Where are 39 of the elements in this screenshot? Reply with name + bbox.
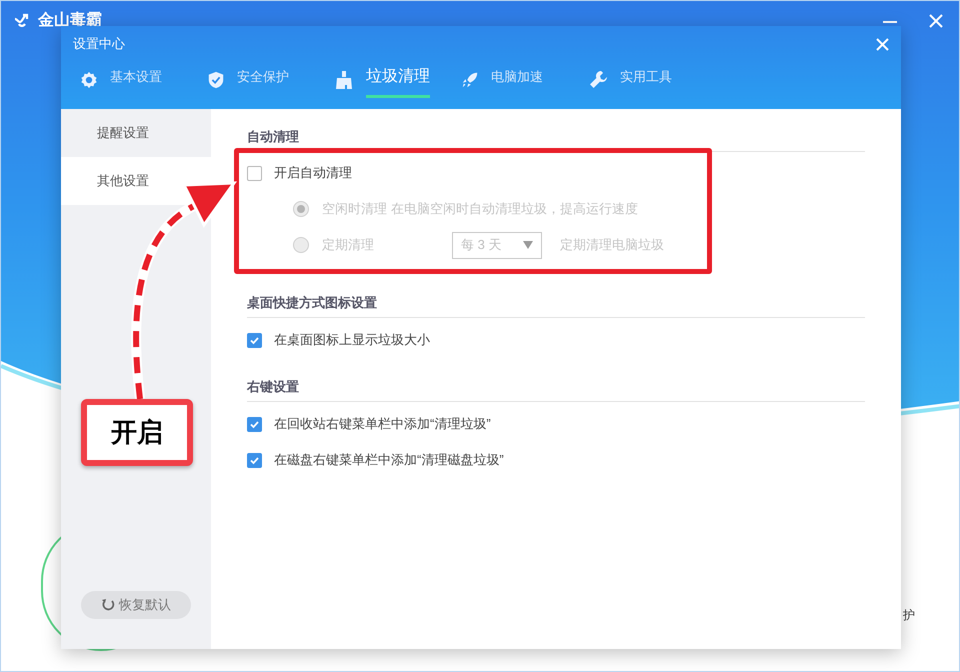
rocket-icon [461,71,479,89]
section-title: 自动清理 [247,128,300,145]
checkbox-label: 在磁盘右键菜单栏中添加“清理磁盘垃圾” [274,451,504,470]
restore-defaults-button[interactable]: 恢复默认 [81,591,191,619]
checkbox[interactable] [247,332,262,348]
option-description: 在电脑空闲时自动清理垃圾，提高运行速度 [391,200,638,218]
shield-icon [207,71,225,89]
app-logo-icon [13,12,31,30]
wrench-icon [588,70,608,90]
close-icon[interactable] [876,38,889,50]
settings-tab[interactable]: 基本设置 [80,60,207,100]
radio-label: 空闲时清理 [322,200,387,218]
checkbox-label: 在桌面图标上显示垃圾大小 [274,331,430,350]
checkbox[interactable] [247,416,262,432]
checkbox[interactable] [247,452,262,468]
checkbox-label: 在回收站右键菜单栏中添加“清理垃圾” [274,415,491,434]
checkmark-icon [249,454,260,466]
broom-icon [334,70,354,90]
settings-tab[interactable]: 电脑加速 [461,60,588,100]
dropdown-caret-icon [523,241,533,249]
settings-tab[interactable]: 实用工具 [588,60,715,100]
annotation-callout: 开启 [81,399,193,466]
checkbox-label: 开启自动清理 [274,164,352,182]
dialog-title: 设置中心 [73,35,125,54]
gear-icon [80,71,98,89]
settings-tab[interactable]: 垃圾清理 [334,60,461,100]
sidebar-item[interactable]: 其他设置 [61,157,211,205]
background-text: 护 [903,607,915,624]
reset-icon [101,598,115,612]
checkbox[interactable] [247,166,262,180]
settings-tab[interactable]: 安全保护 [207,60,334,100]
sidebar-item[interactable]: 提醒设置 [61,109,211,157]
checkmark-icon [249,334,260,346]
radio-label: 定期清理 [322,236,375,254]
section-title: 桌面快捷方式图标设置 [247,294,378,311]
section-title: 右键设置 [247,378,300,395]
option-description: 定期清理电脑垃圾 [560,236,664,254]
close-icon[interactable] [929,14,943,28]
checkmark-icon [249,418,260,430]
